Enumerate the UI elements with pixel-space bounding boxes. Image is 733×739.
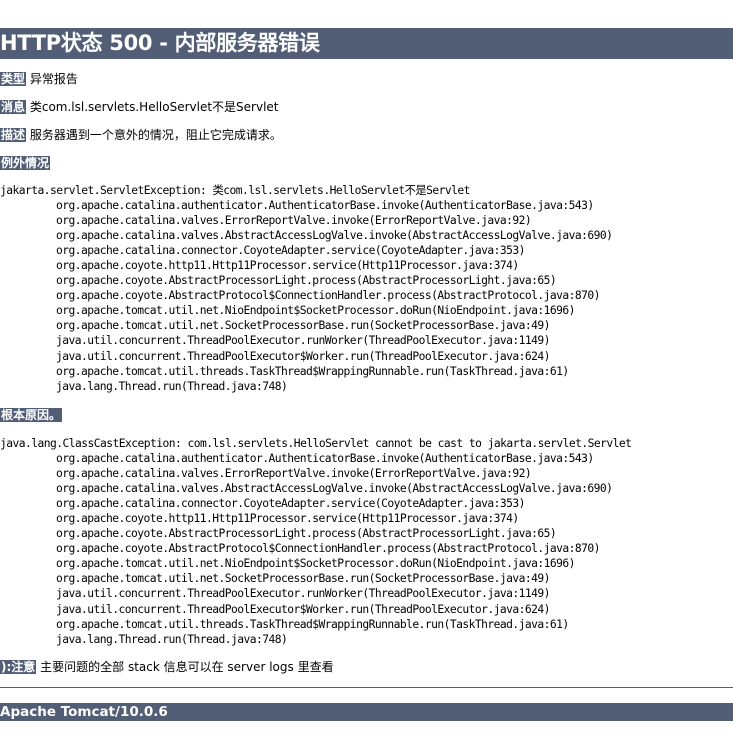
stack-frame: java.lang.Thread.run(Thread.java:748) <box>56 379 288 393</box>
stack-frame: org.apache.tomcat.util.net.SocketProcess… <box>56 319 550 333</box>
stack-frame: java.util.concurrent.ThreadPoolExecutor$… <box>56 602 550 616</box>
message-value: 类com.lsl.servlets.HelloServlet不是Servlet <box>29 100 279 114</box>
server-footer: Apache Tomcat/10.0.6 <box>0 703 733 721</box>
divider <box>0 58 733 59</box>
stack-frame: org.apache.catalina.valves.ErrorReportVa… <box>56 467 532 481</box>
stack-frame: org.apache.coyote.http11.Http11Processor… <box>56 512 519 526</box>
note-label: ):注意 <box>0 660 37 674</box>
exception-head: jakarta.servlet.ServletException: 类com.l… <box>0 184 470 197</box>
root-cause-section: 根本原因。 <box>0 408 63 423</box>
stack-frame: org.apache.tomcat.util.threads.TaskThrea… <box>56 617 569 631</box>
stack-frame: java.util.concurrent.ThreadPoolExecutor.… <box>56 334 550 348</box>
exception-stack-trace: jakarta.servlet.ServletException: 类com.l… <box>0 183 613 394</box>
stack-frame: org.apache.tomcat.util.net.SocketProcess… <box>56 572 550 586</box>
stack-frame: org.apache.tomcat.util.threads.TaskThrea… <box>56 364 569 378</box>
stack-frame: java.util.concurrent.ThreadPoolExecutor.… <box>56 587 550 601</box>
stack-frame: org.apache.coyote.AbstractProtocol$Conne… <box>56 289 600 303</box>
root-cause-head: java.lang.ClassCastException: com.lsl.se… <box>0 437 632 450</box>
stack-frame: java.util.concurrent.ThreadPoolExecutor$… <box>56 349 550 363</box>
note-row: ):注意 主要问题的全部 stack 信息可以在 server logs 里查看 <box>0 659 334 675</box>
message-row: 消息 类com.lsl.servlets.HelloServlet不是Servl… <box>0 99 279 115</box>
stack-frame: org.apache.tomcat.util.net.NioEndpoint$S… <box>56 557 575 571</box>
type-row: 类型 异常报告 <box>0 71 78 87</box>
page-title: HTTP状态 500 - 内部服务器错误 <box>0 28 733 59</box>
stack-frame: org.apache.coyote.http11.Http11Processor… <box>56 259 519 273</box>
description-value: 服务器遇到一个意外的情况，阻止它完成请求。 <box>29 128 282 142</box>
stack-frame: org.apache.catalina.valves.AbstractAcces… <box>56 482 613 496</box>
stack-frame: org.apache.coyote.AbstractProtocol$Conne… <box>56 542 600 556</box>
stack-frame: org.apache.tomcat.util.net.NioEndpoint$S… <box>56 304 575 318</box>
note-value: 主要问题的全部 stack 信息可以在 server logs 里查看 <box>40 660 334 674</box>
message-label: 消息 <box>0 100 27 114</box>
stack-frame: org.apache.catalina.connector.CoyoteAdap… <box>56 244 525 258</box>
exception-section: 例外情况 <box>0 156 51 171</box>
divider <box>0 687 733 688</box>
stack-frame: org.apache.catalina.valves.ErrorReportVa… <box>56 214 532 228</box>
stack-frame: org.apache.catalina.authenticator.Authen… <box>56 199 594 213</box>
stack-frame: org.apache.catalina.valves.AbstractAcces… <box>56 229 613 243</box>
description-row: 描述 服务器遇到一个意外的情况，阻止它完成请求。 <box>0 127 282 143</box>
description-label: 描述 <box>0 128 27 142</box>
type-value: 异常报告 <box>29 72 78 86</box>
stack-frame: org.apache.catalina.connector.CoyoteAdap… <box>56 497 525 511</box>
stack-frame: java.lang.Thread.run(Thread.java:748) <box>56 632 288 646</box>
stack-frame: org.apache.coyote.AbstractProcessorLight… <box>56 274 557 288</box>
stack-frame: org.apache.catalina.authenticator.Authen… <box>56 452 594 466</box>
root-cause-heading: 根本原因。 <box>0 408 63 422</box>
type-label: 类型 <box>0 72 27 86</box>
exception-heading: 例外情况 <box>0 156 51 170</box>
root-cause-stack-trace: java.lang.ClassCastException: com.lsl.se… <box>0 436 632 647</box>
stack-frame: org.apache.coyote.AbstractProcessorLight… <box>56 527 557 541</box>
